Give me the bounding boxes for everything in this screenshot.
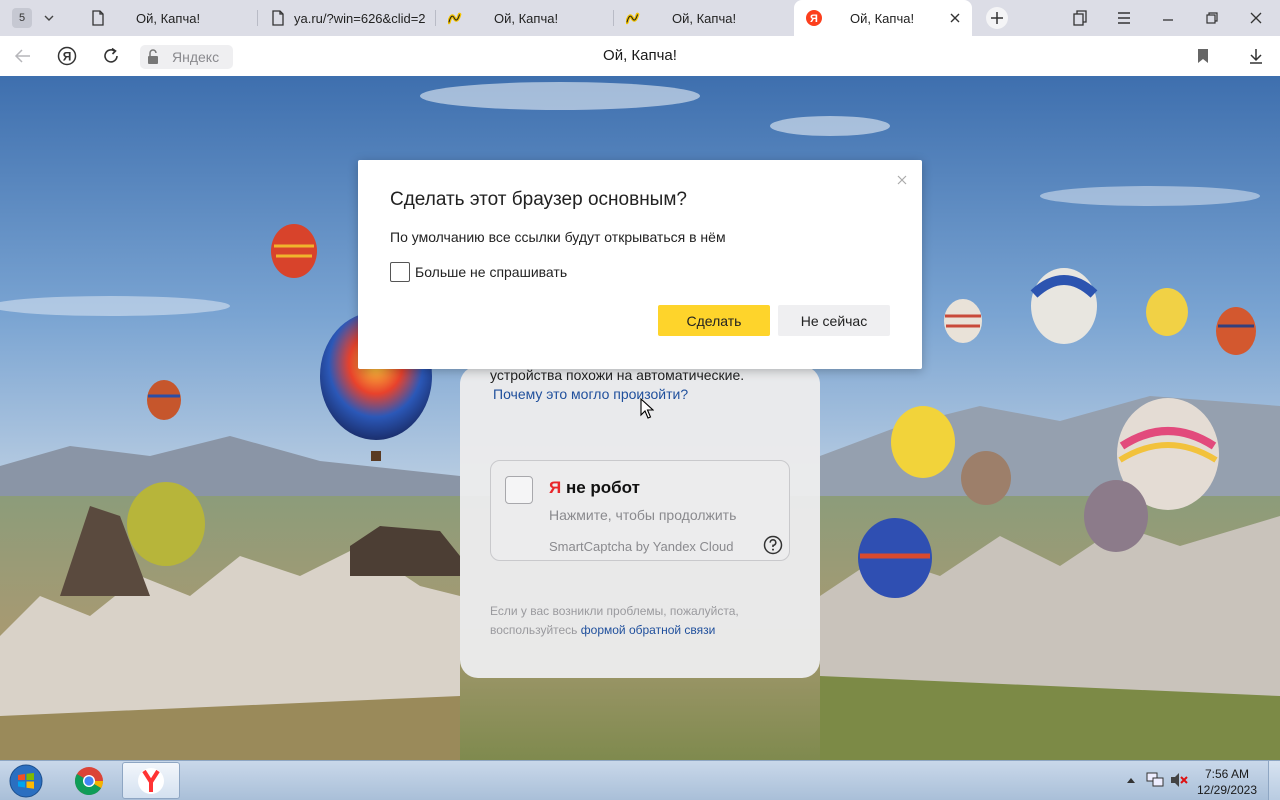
smartcaptcha-brand: SmartCaptcha by Yandex Cloud: [549, 539, 734, 554]
hamburger-icon: [1118, 12, 1130, 24]
collections-button[interactable]: [1070, 8, 1090, 28]
tab-2-label: ya.ru/?win=626&clid=2: [294, 11, 426, 26]
windows-logo-icon: [9, 764, 43, 798]
dont-ask-label[interactable]: Больше не спрашивать: [415, 264, 567, 280]
yandex-market-icon: [448, 10, 464, 26]
bookmarks-panel-icon: [1073, 10, 1087, 26]
tab-1-label: Ой, Капча!: [136, 11, 201, 26]
not-now-button[interactable]: Не сейчас: [778, 305, 890, 336]
close-icon: [1250, 12, 1262, 24]
bookmark-button[interactable]: [1192, 45, 1214, 67]
reload-button[interactable]: [100, 45, 122, 67]
menu-button[interactable]: [1114, 8, 1134, 28]
tab-5-label: Ой, Капча!: [850, 11, 915, 26]
tab-strip: 5 Ой, Капча! ya.ru/?win=626&clid=2 Ой, К…: [0, 0, 1280, 36]
svg-text:Я: Я: [63, 50, 72, 64]
bookmark-icon: [1198, 49, 1208, 63]
reload-icon: [104, 47, 118, 63]
not-a-robot-subtitle: Нажмите, чтобы продолжить: [549, 507, 737, 523]
arrow-left-icon: [14, 49, 30, 63]
yandex-icon: Я: [806, 10, 822, 26]
tray-expand-button[interactable]: [1120, 769, 1142, 791]
back-button[interactable]: [12, 45, 34, 67]
dialog-title: Сделать этот браузер основным?: [390, 189, 687, 210]
chrome-icon: [75, 766, 103, 795]
tab-count-badge[interactable]: 5: [12, 7, 32, 28]
yandex-ya-letter: Я: [549, 478, 562, 497]
make-default-button[interactable]: Сделать: [658, 305, 770, 336]
chevron-up-icon: [1127, 778, 1135, 783]
restore-button[interactable]: [1202, 8, 1222, 28]
show-desktop-button[interactable]: [1268, 761, 1280, 800]
plus-icon: [991, 12, 1003, 24]
tab-4-label: Ой, Капча!: [672, 11, 737, 26]
downloads-button[interactable]: [1245, 45, 1267, 67]
captcha-footer: Если у вас возникли проблемы, пожалуйста…: [490, 602, 790, 640]
tab-2[interactable]: ya.ru/?win=626&clid=2: [258, 0, 436, 36]
dont-ask-checkbox[interactable]: [390, 262, 410, 282]
tab-counter[interactable]: 5: [6, 4, 66, 31]
tab-3-label: Ой, Капча!: [494, 11, 559, 26]
not-a-robot-text: не робот: [561, 478, 640, 497]
not-a-robot-checkbox[interactable]: [505, 476, 533, 504]
network-icon: [1146, 772, 1164, 787]
tab-5-active[interactable]: Я Ой, Капча!: [794, 0, 972, 36]
tray-volume[interactable]: [1168, 769, 1190, 791]
page-icon: [270, 10, 286, 26]
volume-muted-icon: [1171, 773, 1188, 787]
minimize-button[interactable]: [1158, 8, 1178, 28]
start-button[interactable]: [6, 763, 46, 799]
new-tab-button[interactable]: [986, 7, 1008, 29]
address-bar: Я Яндекс Ой, Капча!: [0, 36, 1280, 76]
help-question-icon[interactable]: [763, 535, 783, 555]
taskbar-yandex-browser[interactable]: [122, 762, 180, 799]
address-host[interactable]: Яндекс: [172, 49, 219, 65]
yandex-browser-icon: [138, 767, 164, 794]
tab-4[interactable]: Ой, Капча!: [614, 0, 792, 36]
tray-network[interactable]: [1144, 769, 1166, 791]
tab-1[interactable]: Ой, Капча!: [78, 0, 258, 36]
lock-icon[interactable]: [142, 46, 164, 68]
close-tab-icon[interactable]: [948, 11, 962, 25]
clock-time: 7:56 AM: [1204, 767, 1250, 781]
yandex-market-icon: [626, 10, 642, 26]
not-a-robot-title: Я не робот: [549, 478, 640, 498]
svg-text:Я: Я: [810, 13, 818, 25]
dialog-close-icon[interactable]: [896, 173, 908, 185]
close-window-button[interactable]: [1246, 8, 1266, 28]
yandex-home-button[interactable]: Я: [56, 45, 78, 67]
tab-3[interactable]: Ой, Капча!: [436, 0, 614, 36]
chevron-down-icon[interactable]: [38, 7, 60, 29]
dialog-text: По умолчанию все ссылки будут открыватьс…: [390, 229, 726, 245]
download-icon: [1250, 49, 1262, 64]
site-info-pill[interactable]: Яндекс: [140, 45, 233, 69]
not-a-robot-widget[interactable]: Я не робот Нажмите, чтобы продолжить Sma…: [490, 460, 790, 561]
restore-icon: [1206, 12, 1218, 24]
taskbar-chrome[interactable]: [60, 762, 118, 799]
mouse-cursor-icon: [640, 397, 655, 420]
clock-date: 12/29/2023: [1196, 783, 1258, 797]
why-link[interactable]: Почему это могло произойти?: [493, 386, 688, 402]
page-icon: [90, 10, 106, 26]
taskbar-clock[interactable]: 7:56 AM 12/29/2023: [1196, 766, 1258, 798]
default-browser-dialog: Сделать этот браузер основным? По умолча…: [358, 160, 922, 369]
yandex-logo-icon: Я: [57, 46, 77, 66]
feedback-form-link[interactable]: формой обратной связи: [581, 623, 716, 637]
minimize-icon: [1163, 19, 1173, 21]
taskbar: 7:56 AM 12/29/2023: [0, 760, 1280, 800]
